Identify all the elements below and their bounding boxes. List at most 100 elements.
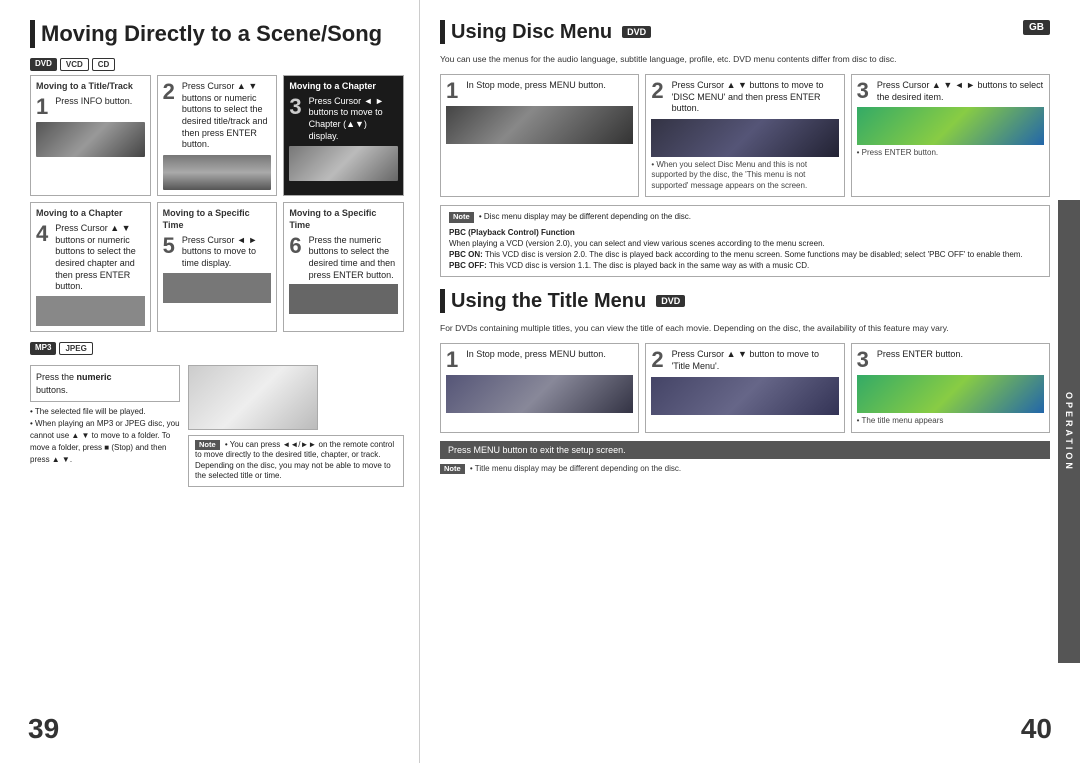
- mp3-bullets: The selected file will be played. When p…: [30, 406, 180, 466]
- disc-step3-num: 3: [857, 80, 869, 103]
- mp3-note-text: • You can press ◄◄/►► on the remote cont…: [195, 440, 394, 480]
- disc-menu-title: Using Disc Menu: [451, 21, 612, 44]
- disc-step3-text: Press Cursor ▲ ▼ ◄ ► buttons to select t…: [877, 80, 1044, 103]
- step1-screen: [36, 122, 145, 157]
- chapter-label-top: Moving to a Chapter: [289, 81, 398, 93]
- disc-step3-card: 3 Press Cursor ▲ ▼ ◄ ► buttons to select…: [851, 74, 1050, 197]
- step2-text: Press Cursor ▲ ▼ buttons or numeric butt…: [182, 81, 271, 151]
- left-title-text: Moving Directly to a Scene/Song: [41, 21, 382, 47]
- mp3-bullet-2: When playing an MP3 or JPEG disc, you ca…: [30, 418, 180, 466]
- step2-num: 2: [163, 81, 175, 103]
- title-track-box: Moving to a Title/Track 1 Press INFO but…: [30, 75, 151, 196]
- mp3-tag: MP3: [30, 342, 56, 355]
- dvd-tag: DVD: [30, 58, 57, 71]
- step3-screen: [289, 146, 398, 181]
- top-instruction-grid: Moving to a Title/Track 1 Press INFO but…: [30, 75, 404, 196]
- disc-step2-subnote: • When you select Disc Menu and this is …: [651, 160, 838, 191]
- disc-menu-steps: 1 In Stop mode, press MENU button. 2 Pre…: [440, 74, 1050, 197]
- gb-badge: GB: [1023, 20, 1050, 35]
- pbc-text: When playing a VCD (version 2.0), you ca…: [449, 239, 825, 248]
- step3-text: Press Cursor ◄ ► buttons to move to Chap…: [309, 96, 398, 143]
- title-menu-title-row: Using the Title Menu DVD: [440, 289, 1050, 313]
- title-track-label: Moving to a Title/Track: [36, 81, 145, 93]
- specific-time-box-step6: Moving to a Specific Time 6 Press the nu…: [283, 202, 404, 332]
- title-menu-badge: DVD: [656, 295, 685, 307]
- step6-text: Press the numeric buttons to select the …: [309, 235, 398, 282]
- bottom-bar-text: Press MENU button to exit the setup scre…: [448, 445, 626, 455]
- disc-menu-title-row: Using Disc Menu DVD: [440, 20, 1050, 44]
- bottom-bar: Press MENU button to exit the setup scre…: [440, 441, 1050, 459]
- title-menu-section: Using the Title Menu DVD For DVDs contai…: [440, 289, 1050, 474]
- bottom-note-row: Note • Title menu display may be differe…: [440, 463, 1050, 475]
- mp3-note-box: Note • You can press ◄◄/►► on the remote…: [188, 435, 404, 487]
- pbc-section: PBC (Playback Control) Function When pla…: [449, 227, 1041, 272]
- title-menu-steps: 1 In Stop mode, press MENU button. 2 Pre…: [440, 343, 1050, 432]
- chapter-box-top: Moving to a Chapter 3 Press Cursor ◄ ► b…: [283, 75, 404, 196]
- disc-step1-card: 1 In Stop mode, press MENU button.: [440, 74, 639, 197]
- title-step3-screen: [857, 375, 1044, 413]
- specific-time-box-step5: Moving to a Specific Time 5 Press Cursor…: [157, 202, 278, 332]
- title-step3-text: Press ENTER button.: [877, 349, 963, 371]
- step2-box: 2 Press Cursor ▲ ▼ buttons or numeric bu…: [157, 75, 278, 196]
- disc-menu-section: Using Disc Menu DVD You can use the menu…: [440, 20, 1050, 277]
- mp3-press-box: Press the numericbuttons.: [30, 365, 180, 402]
- step5-text: Press Cursor ◄ ► buttons to move to time…: [182, 235, 271, 270]
- title-step1-screen: [446, 375, 633, 413]
- jpeg-tag: JPEG: [59, 342, 92, 355]
- disc-menu-badge: DVD: [622, 26, 651, 38]
- title-step2-text: Press Cursor ▲ ▼ button to move to 'Titl…: [672, 349, 839, 372]
- mp3-device-image: [188, 365, 318, 430]
- title-step3-num: 3: [857, 349, 869, 371]
- disc-step2-num: 2: [651, 80, 663, 115]
- cd-tag: CD: [92, 58, 116, 71]
- step1-num: 1: [36, 96, 48, 118]
- title-bar-decoration: [30, 20, 35, 48]
- step4-num: 4: [36, 223, 48, 245]
- title-step2-card: 2 Press Cursor ▲ ▼ button to move to 'Ti…: [645, 343, 844, 432]
- disc-step1-num: 1: [446, 80, 458, 102]
- bottom-instruction-grid: Moving to a Chapter 4 Press Cursor ▲ ▼ b…: [30, 202, 404, 332]
- bottom-note-text: • Title menu display may be different de…: [470, 464, 681, 473]
- disc-step1-screen: [446, 106, 633, 144]
- step5-num: 5: [163, 235, 175, 257]
- vcd-tag: VCD: [60, 58, 89, 71]
- disc-step2-card: 2 Press Cursor ▲ ▼ buttons to move to 'D…: [645, 74, 844, 197]
- disc-step3-screen: [857, 107, 1044, 145]
- note-label-mp3: Note: [195, 440, 220, 450]
- mp3-note-area: Note • You can press ◄◄/►► on the remote…: [188, 365, 404, 487]
- disc-note-text: • Disc menu display may be different dep…: [479, 212, 691, 221]
- disc-menu-intro: You can use the menus for the audio lang…: [440, 54, 1050, 66]
- disc-step3-enter: • Press ENTER button.: [857, 148, 1044, 158]
- mp3-step-text: Press the numericbuttons.: [36, 371, 174, 396]
- left-section-title: Moving Directly to a Scene/Song: [30, 20, 404, 48]
- disc-step2-screen: [651, 119, 838, 157]
- step4-screen: [36, 296, 145, 326]
- title-step3-note: • The title menu appears: [857, 416, 1044, 426]
- page-number-left: 39: [28, 713, 59, 745]
- disc-note-label: Note: [449, 212, 474, 223]
- step4-text: Press Cursor ▲ ▼ buttons or numeric butt…: [55, 223, 144, 293]
- title-step1-text: In Stop mode, press MENU button.: [466, 349, 606, 371]
- mp3-tags-row: MP3 JPEG: [30, 342, 404, 355]
- mp3-bullet-1: The selected file will be played.: [30, 406, 180, 418]
- left-page: Moving Directly to a Scene/Song DVD VCD …: [0, 0, 420, 763]
- page-number-right: 40: [1021, 713, 1052, 745]
- disc-menu-note: Note • Disc menu display may be differen…: [440, 205, 1050, 277]
- operation-sidebar: OPERATION: [1058, 200, 1080, 663]
- pbc-off-text: This VCD disc is version 1.1. The disc i…: [489, 261, 809, 270]
- step1-text: Press INFO button.: [55, 96, 132, 108]
- title-step3-card: 3 Press ENTER button. • The title menu a…: [851, 343, 1050, 432]
- title-menu-intro: For DVDs containing multiple titles, you…: [440, 323, 1050, 335]
- pbc-title: PBC (Playback Control) Function: [449, 228, 575, 237]
- step5-screen: [163, 273, 272, 303]
- bottom-note-label: Note: [440, 464, 465, 475]
- title-step2-num: 2: [651, 349, 663, 372]
- right-page: GB Using Disc Menu DVD You can use the m…: [420, 0, 1080, 763]
- chapter-box-step4: Moving to a Chapter 4 Press Cursor ▲ ▼ b…: [30, 202, 151, 332]
- title-step2-screen: [651, 377, 838, 415]
- mp3-section: MP3 JPEG Press the numericbuttons. The s…: [30, 342, 404, 487]
- disc-tags-row: DVD VCD CD: [30, 58, 404, 71]
- disc-step2-text: Press Cursor ▲ ▼ buttons to move to 'DIS…: [672, 80, 839, 115]
- operation-label: OPERATION: [1064, 392, 1074, 472]
- specific-time-label5: Moving to a Specific Time: [163, 208, 272, 231]
